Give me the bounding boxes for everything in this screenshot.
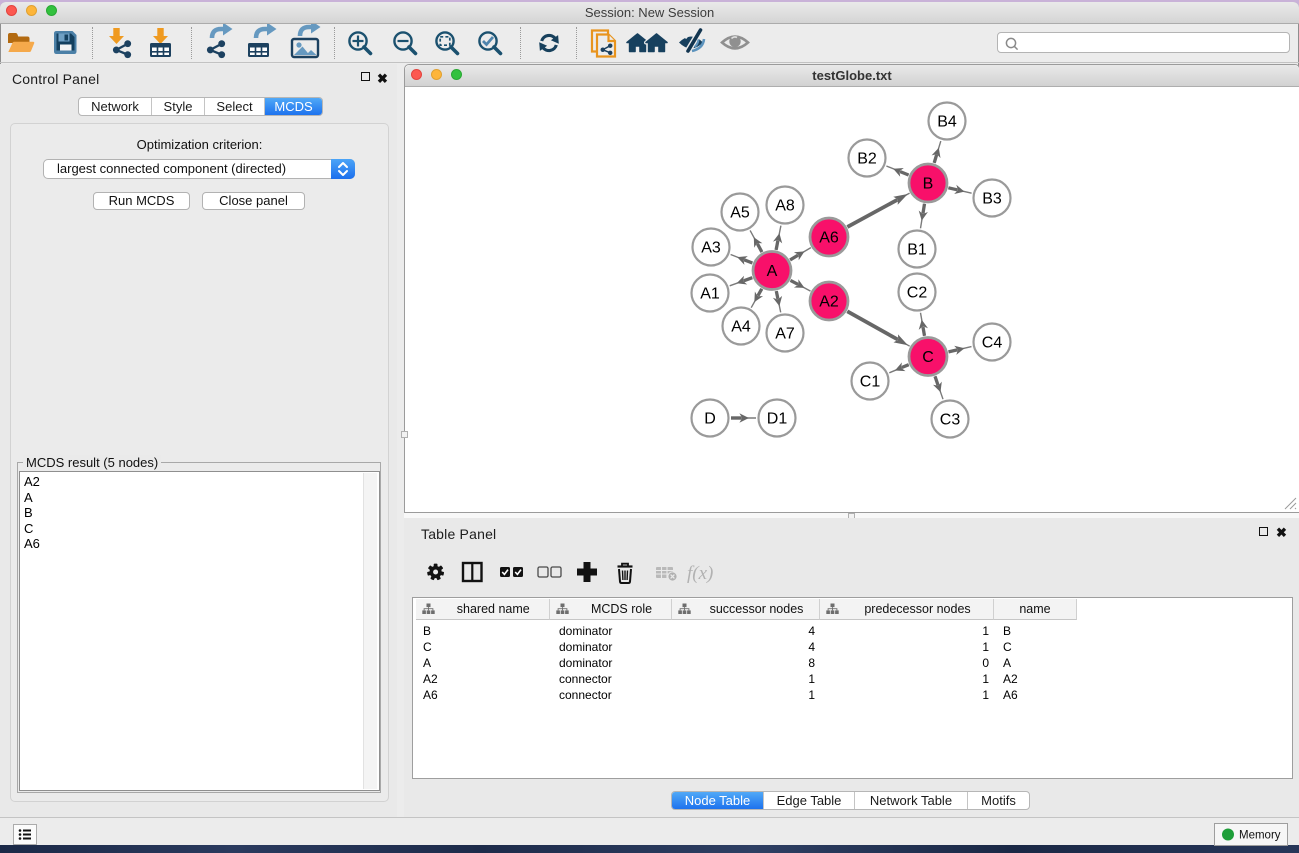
svg-text:B4: B4 [937, 114, 957, 131]
svg-text:A4: A4 [731, 319, 751, 336]
svg-text:A1: A1 [700, 286, 720, 303]
svg-text:Memory: Memory [1239, 830, 1281, 842]
svg-text:A8: A8 [775, 198, 795, 215]
svg-text:C: C [922, 349, 934, 366]
svg-text:B: B [923, 176, 934, 193]
svg-text:A5: A5 [730, 205, 750, 222]
svg-text:B3: B3 [982, 191, 1002, 208]
svg-text:A3: A3 [701, 240, 721, 257]
svg-text:C4: C4 [982, 335, 1003, 352]
svg-text:D1: D1 [767, 411, 788, 428]
svg-text:A7: A7 [775, 326, 795, 343]
svg-text:A: A [767, 263, 778, 280]
svg-text:B1: B1 [907, 242, 927, 259]
svg-text:C2: C2 [907, 285, 928, 302]
svg-text:f(x): f(x) [687, 563, 713, 584]
svg-text:C1: C1 [860, 374, 881, 391]
svg-text:A6: A6 [819, 230, 839, 247]
svg-text:C3: C3 [940, 412, 961, 429]
svg-text:A2: A2 [819, 294, 839, 311]
svg-text:B2: B2 [857, 151, 877, 168]
svg-text:D: D [704, 411, 716, 428]
